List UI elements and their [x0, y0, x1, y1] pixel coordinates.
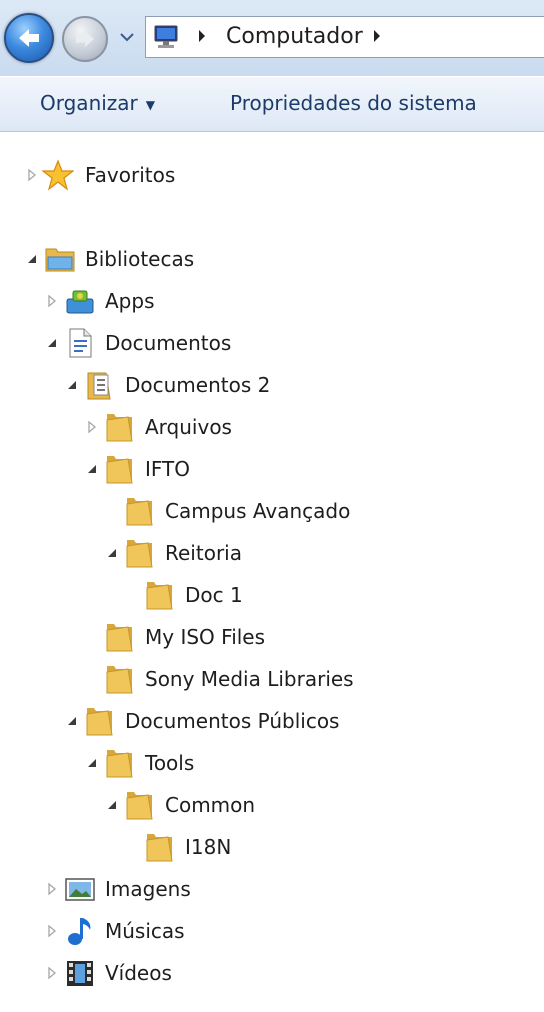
navigation-tree: Favoritos Bibliotecas Apps Documentos Do… [0, 132, 544, 1012]
tree-item-label: Documentos 2 [125, 373, 271, 397]
collapse-arrow-icon[interactable] [24, 251, 40, 267]
folder-icon [126, 792, 153, 820]
tree-item-label: Tools [145, 751, 195, 775]
tree-item-label: Arquivos [145, 415, 232, 439]
forward-button[interactable] [62, 16, 108, 62]
expand-arrow-icon[interactable] [44, 293, 60, 309]
address-field[interactable]: Computador [145, 16, 544, 58]
tree-item-label: Vídeos [105, 961, 172, 985]
collapse-arrow-icon[interactable] [84, 461, 100, 477]
chevron-down-icon [120, 33, 134, 42]
expand-arrow-icon[interactable] [84, 419, 100, 435]
folder-icon [106, 666, 133, 694]
tree-item-doc-1[interactable]: Doc 1 [0, 575, 544, 615]
tree-item-label: Doc 1 [185, 583, 243, 607]
system-properties-button[interactable]: Propriedades do sistema [230, 91, 477, 115]
address-bar: Computador [0, 0, 544, 76]
tree-item-public-documents[interactable]: Documentos Públicos [0, 701, 544, 741]
folder-icon [126, 498, 153, 526]
recent-pages-button[interactable] [118, 28, 136, 46]
tree-item-libraries[interactable]: Bibliotecas [0, 239, 544, 279]
expand-arrow-icon[interactable] [24, 167, 40, 183]
collapse-arrow-icon[interactable] [64, 377, 80, 393]
tree-item-label: Common [165, 793, 256, 817]
breadcrumb-separator-icon[interactable] [196, 28, 208, 44]
arrow-right-icon [76, 31, 94, 47]
tree-item-pictures[interactable]: Imagens [0, 869, 544, 909]
music-icon [68, 918, 91, 945]
tree-item-label: My ISO Files [145, 625, 266, 649]
folder-icon [146, 582, 173, 610]
collapse-arrow-icon[interactable] [104, 545, 120, 561]
organize-button[interactable]: Organizar ▼ [40, 91, 155, 115]
tree-item-label: I18N [185, 835, 232, 859]
tree-item-label: Músicas [105, 919, 185, 943]
tree-item-arquivos[interactable]: Arquivos [0, 407, 544, 447]
folder-icon [106, 750, 133, 778]
collapse-arrow-icon[interactable] [104, 797, 120, 813]
tree-item-label: Sony Media Libraries [145, 667, 354, 691]
tree-item-music[interactable]: Músicas [0, 911, 544, 951]
folder-icon [146, 834, 173, 862]
breadcrumb-separator-icon[interactable] [371, 28, 383, 44]
tree-item-ifto[interactable]: IFTO [0, 449, 544, 489]
tree-item-apps[interactable]: Apps [0, 281, 544, 321]
tree-item-common[interactable]: Common [0, 785, 544, 825]
system-properties-label: Propriedades do sistema [230, 91, 477, 115]
tree-item-label: Bibliotecas [85, 247, 195, 271]
folder-icon [106, 456, 133, 484]
folder-icon [126, 540, 153, 568]
collapse-arrow-icon[interactable] [84, 755, 100, 771]
document-folder-icon [87, 372, 111, 400]
dropdown-arrow-icon: ▼ [145, 97, 156, 112]
expand-arrow-icon[interactable] [44, 965, 60, 981]
tree-item-documents[interactable]: Documentos [0, 323, 544, 363]
tree-item-label: Reitoria [165, 541, 242, 565]
tree-item-label: Favoritos [85, 163, 176, 187]
tree-item-videos[interactable]: Vídeos [0, 953, 544, 993]
collapse-arrow-icon[interactable] [64, 713, 80, 729]
library-icon [45, 248, 75, 272]
organize-label: Organizar [40, 91, 138, 115]
folder-icon [106, 414, 133, 442]
tree-item-label: Imagens [105, 877, 191, 901]
folder-icon [86, 708, 113, 736]
expand-arrow-icon[interactable] [44, 881, 60, 897]
expand-arrow-icon[interactable] [44, 923, 60, 939]
arrow-left-icon [19, 29, 39, 47]
breadcrumb-item-computer[interactable]: Computador [226, 24, 363, 49]
tree-item-sony-media-libraries[interactable]: Sony Media Libraries [0, 659, 544, 699]
tree-item-label: Campus Avançado [165, 499, 351, 523]
star-icon [42, 159, 74, 191]
tree-item-label: Documentos Públicos [125, 709, 340, 733]
tree-item-label: IFTO [145, 457, 191, 481]
tree-item-i18n[interactable]: I18N [0, 827, 544, 867]
command-bar: Organizar ▼ Propriedades do sistema [0, 76, 544, 132]
tree-item-label: Apps [105, 289, 155, 313]
tree-item-documents-2[interactable]: Documentos 2 [0, 365, 544, 405]
document-icon [69, 328, 92, 358]
tree-item-my-iso-files[interactable]: My ISO Files [0, 617, 544, 657]
apps-icon [66, 290, 94, 314]
pictures-icon [65, 878, 95, 901]
tree-item-favorites[interactable]: Favoritos [0, 155, 544, 195]
folder-icon [106, 624, 133, 652]
collapse-arrow-icon[interactable] [44, 335, 60, 351]
tree-item-campus-avancado[interactable]: Campus Avançado [0, 491, 544, 531]
tree-item-tools[interactable]: Tools [0, 743, 544, 783]
videos-icon [67, 961, 93, 986]
tree-item-label: Documentos [105, 331, 232, 355]
computer-icon [154, 25, 178, 48]
back-button[interactable] [4, 13, 54, 63]
tree-item-reitoria[interactable]: Reitoria [0, 533, 544, 573]
